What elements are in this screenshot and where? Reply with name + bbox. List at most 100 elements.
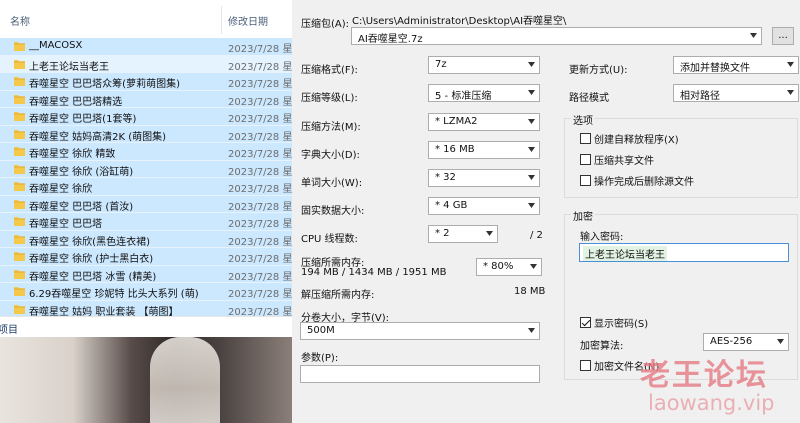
chevron-down-icon [528, 62, 535, 67]
update-mode-select[interactable]: 添加并替换文件 [673, 56, 799, 74]
file-row[interactable]: 吞噬星空 巴巴塔 冰雪 (精美) 2023/7/28 星 [0, 265, 292, 283]
file-date: 2023/7/28 星 [228, 131, 292, 143]
split-size-combo[interactable]: 500M [300, 322, 540, 340]
chevron-down-icon [530, 264, 537, 269]
file-name: 吞噬星空 徐欣 [29, 184, 93, 195]
password-input[interactable]: 上老王论坛当老王 [579, 243, 789, 262]
format-select[interactable]: 7z [428, 56, 540, 74]
mem-usage-select[interactable]: * 80% [476, 258, 542, 276]
encrypt-names-checkbox[interactable] [580, 360, 591, 371]
show-password-checkbox[interactable] [580, 317, 591, 328]
create-sfx-checkbox[interactable] [580, 133, 591, 144]
dict-size-select[interactable]: * 16 MB [428, 141, 540, 159]
mem-decomp-value: 18 MB [514, 286, 546, 297]
file-date: 2023/7/28 星 [228, 271, 292, 283]
chevron-down-icon [528, 203, 535, 208]
archive-name-combo[interactable]: AI吞噬星空.7z [351, 27, 762, 45]
file-date: 2023/7/28 星 [228, 61, 292, 73]
column-header: 名称 修改日期 [0, 0, 292, 39]
solid-size-label: 固实数据大小: [301, 206, 365, 217]
column-date-header[interactable]: 修改日期 [228, 13, 268, 28]
file-row[interactable]: 吞噬星空 巴巴塔(1套等) 2023/7/28 星 [0, 108, 292, 126]
file-row[interactable]: 吞噬星空 巴巴塔众筹(萝莉萌图集) 2023/7/28 星 [0, 73, 292, 91]
chevron-down-icon [528, 328, 535, 333]
file-name: 上老王论坛当老王 [29, 61, 109, 73]
folder-icon [14, 287, 25, 296]
file-row[interactable]: 吞噬星空 徐欣 (护士黑白衣) 2023/7/28 星 [0, 248, 292, 266]
file-row[interactable]: 吞噬星空 徐欣 精致 2023/7/28 星 [0, 143, 292, 161]
file-name: 吞噬星空 姑妈高清2K (萌图集) [29, 131, 167, 143]
password-label: 输入密码: [580, 232, 624, 243]
folder-icon [14, 94, 25, 104]
solid-size-select[interactable]: * 4 GB [428, 197, 540, 215]
file-row[interactable]: 上老王论坛当老王 2023/7/28 星 [0, 55, 292, 73]
chevron-down-icon [787, 62, 794, 67]
options-group-title: 选项 [571, 112, 595, 127]
update-mode-value: 添加并替换文件 [680, 63, 750, 74]
file-name: 吞噬星空 巴巴塔 冰雪 (精美) [29, 271, 157, 283]
chevron-down-icon [750, 33, 757, 38]
dict-size-value: * 16 MB [435, 144, 475, 155]
file-name: 吞噬星空 巴巴塔众筹(萝莉萌图集) [29, 79, 180, 90]
file-name: 吞噬星空 徐欣 精致 [29, 149, 116, 160]
archive-path: C:\Users\Administrator\Desktop\AI吞噬星空\ [352, 16, 567, 27]
file-name: 吞噬星空 巴巴塔(1套等) [29, 114, 137, 125]
column-name-header[interactable]: 名称 [10, 13, 30, 28]
update-mode-label: 更新方式(U): [569, 65, 628, 76]
folder-icon [14, 217, 25, 226]
chevron-down-icon [528, 147, 535, 152]
mem-usage-value: * 80% [483, 261, 514, 272]
column-separator[interactable] [221, 6, 222, 34]
file-row[interactable]: __MACOSX 2023/7/28 星 [0, 38, 292, 56]
delete-after-checkbox[interactable] [580, 175, 591, 186]
encryption-method-select[interactable]: AES-256 [703, 333, 789, 351]
cpu-threads-label: CPU 线程数: [301, 234, 358, 245]
file-explorer: 名称 修改日期 __MACOSX 2023/7/28 星上老王论坛当老王 2023/… [0, 0, 292, 423]
file-name: 6.29吞噬星空 珍妮特 比头大系列 (萌) [29, 289, 199, 300]
file-date: 2023/7/28 星 [228, 44, 292, 55]
file-row[interactable]: 吞噬星空 巴巴塔 (首汝) 2023/7/28 星 [0, 195, 292, 213]
level-select[interactable]: 5 - 标准压缩 [428, 84, 540, 102]
encryption-method-value: AES-256 [710, 336, 753, 347]
folder-icon [14, 77, 25, 86]
path-mode-value: 相对路径 [680, 91, 720, 102]
encryption-group-title: 加密 [571, 208, 595, 223]
word-size-value: * 32 [435, 172, 456, 183]
create-sfx-label: 创建自释放程序(X) [594, 135, 679, 146]
path-mode-select[interactable]: 相对路径 [673, 84, 799, 102]
background-photo [0, 337, 292, 423]
file-row[interactable]: 吞噬星空 徐欣 (浴缸萌) 2023/7/28 星 [0, 160, 292, 178]
method-select[interactable]: * LZMA2 [428, 113, 540, 131]
params-label: 参数(P): [301, 353, 339, 364]
compress-shared-checkbox[interactable] [580, 154, 591, 165]
folder-icon [14, 269, 25, 279]
cpu-threads-select[interactable]: * 2 [428, 225, 498, 243]
file-name: 吞噬星空 徐欣(黑色连衣裙) [29, 236, 150, 248]
status-bar: 项目 [0, 316, 292, 337]
dict-size-label: 字典大小(D): [301, 150, 360, 161]
folder-icon [14, 42, 25, 51]
file-row[interactable]: 6.29吞噬星空 珍妮特 比头大系列 (萌) 2023/7/28 星 [0, 283, 292, 301]
file-row[interactable]: 吞噬星空 巴巴塔 2023/7/28 星 [0, 213, 292, 231]
password-value: 上老王论坛当老王 [583, 246, 667, 261]
params-input[interactable] [300, 365, 540, 383]
file-name: 吞噬星空 巴巴塔 (首汝) [29, 201, 134, 213]
browse-button[interactable]: ... [772, 27, 794, 45]
file-row[interactable]: 吞噬星空 徐欣(黑色连衣裙) 2023/7/28 星 [0, 230, 292, 248]
file-date: 2023/7/28 星 [228, 201, 292, 213]
file-row[interactable]: 吞噬星空 姑妈高清2K (萌图集) 2023/7/28 星 [0, 125, 292, 143]
watermark-logo-text: 老王论坛 [640, 358, 768, 393]
file-row[interactable]: 吞噬星空 巴巴塔精选 2023/7/28 星 [0, 90, 292, 108]
archive-label: 压缩包(A): [301, 19, 350, 30]
format-label: 压缩格式(F): [301, 65, 358, 76]
split-size-value: 500M [307, 325, 335, 336]
compress-shared-label: 压缩共享文件 [594, 156, 654, 167]
word-size-select[interactable]: * 32 [428, 169, 540, 187]
mem-decomp-label: 解压缩所需内存: [301, 290, 375, 301]
method-value: * LZMA2 [435, 116, 478, 127]
file-date: 2023/7/28 星 [228, 184, 292, 195]
folder-icon [14, 59, 25, 69]
cpu-threads-total: / 2 [530, 230, 543, 241]
file-row[interactable]: 吞噬星空 徐欣 2023/7/28 星 [0, 178, 292, 196]
status-text: 项目 [0, 325, 18, 336]
